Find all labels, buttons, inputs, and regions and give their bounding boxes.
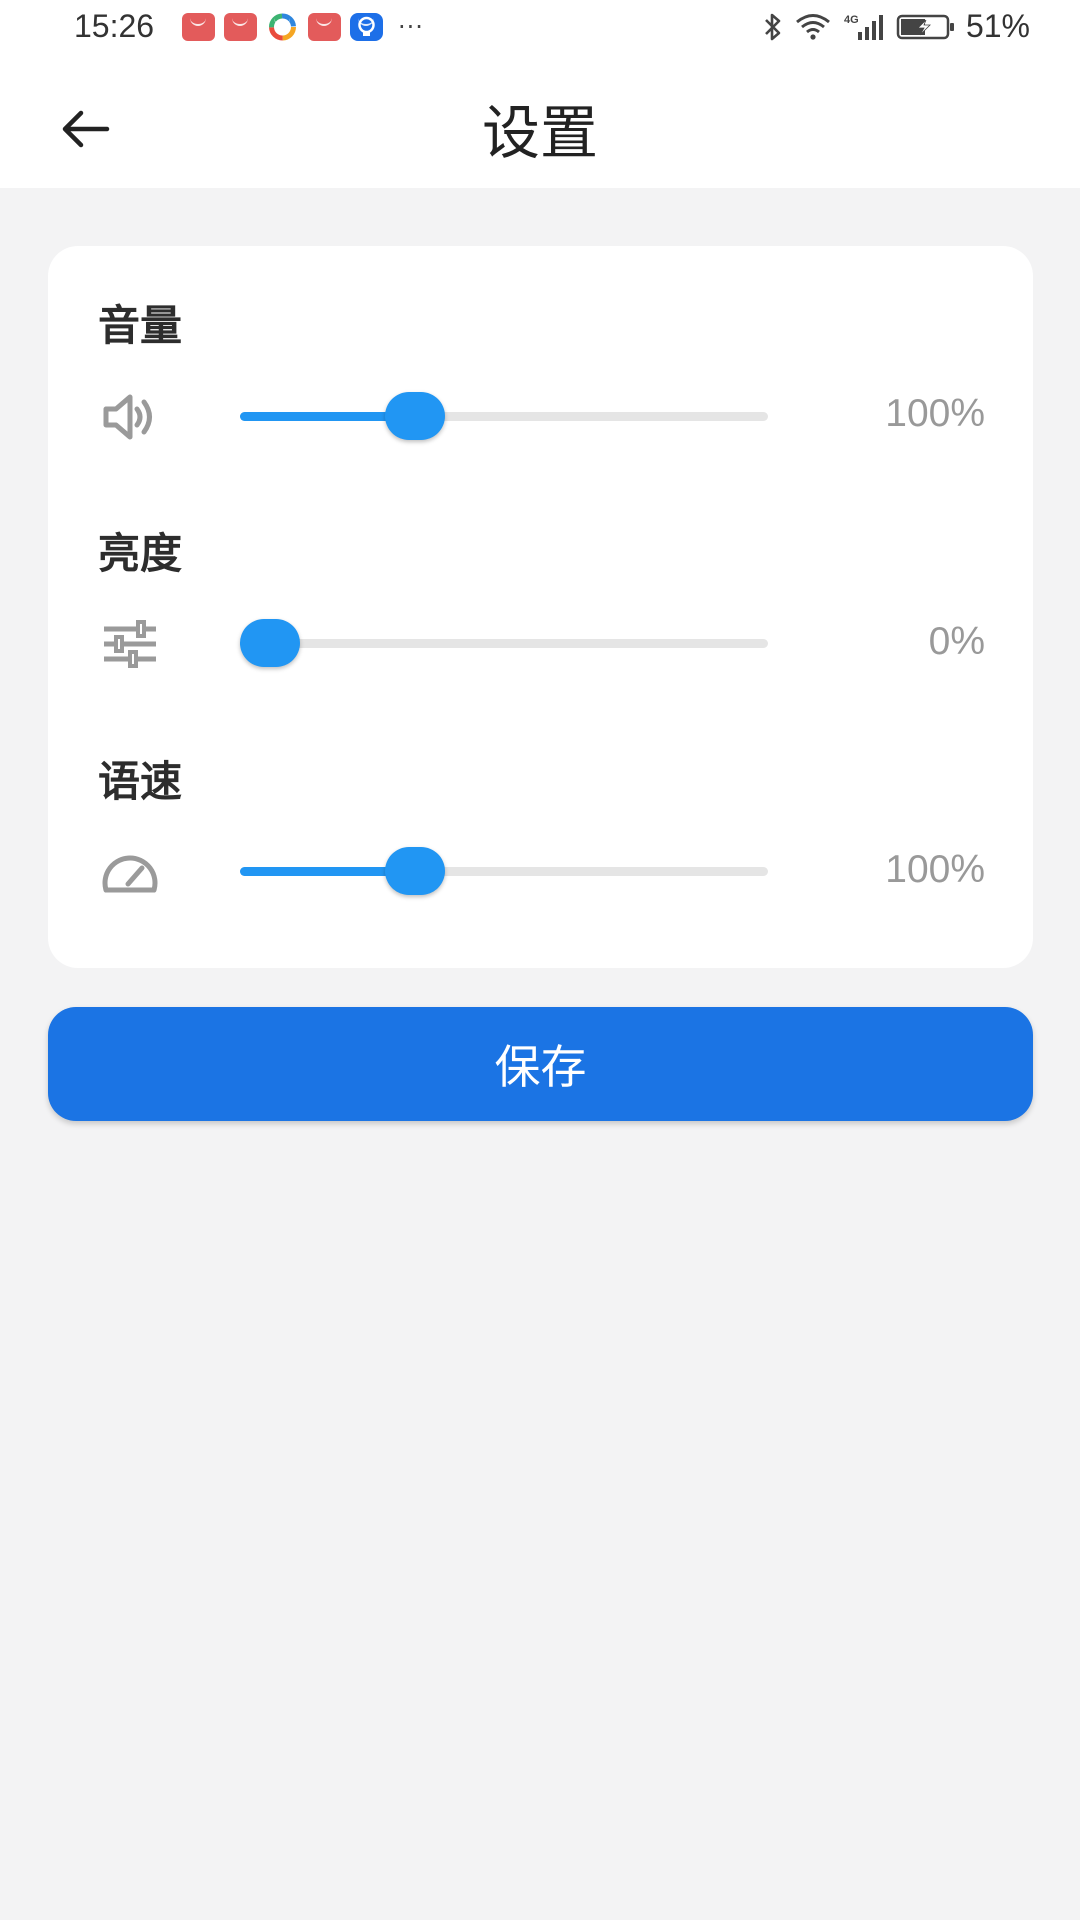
- battery-percentage: 51%: [965, 8, 1030, 44]
- speedometer-icon: [98, 841, 162, 905]
- page-title: 设置: [481, 99, 598, 167]
- volume-value: 100%: [885, 392, 985, 435]
- slider-thumb[interactable]: [240, 619, 300, 667]
- app-notification-icon: [224, 13, 257, 41]
- brightness-label: 亮度: [98, 529, 183, 578]
- settings-card: 音量 100% 亮度 0% 语速 100%: [48, 246, 1033, 968]
- slider-thumb[interactable]: [385, 392, 446, 440]
- notification-icons: ···: [182, 13, 424, 41]
- volume-label: 音量: [98, 301, 183, 350]
- colorful-app-icon: [266, 13, 299, 41]
- cellular-signal-icon: 4G: [844, 14, 883, 40]
- brightness-slider[interactable]: [240, 619, 768, 667]
- system-status: 4G 51%: [762, 8, 1030, 45]
- lightbulb-app-icon: [350, 13, 383, 41]
- slider-track: [240, 639, 768, 648]
- status-bar: 15:26 ··· 4G 51%: [0, 0, 1080, 56]
- brightness-value: 0%: [928, 620, 985, 663]
- slider-thumb[interactable]: [385, 847, 446, 895]
- speech-rate-slider[interactable]: [240, 847, 768, 895]
- bluetooth-icon: [765, 13, 781, 40]
- sliders-icon: [98, 612, 162, 676]
- speech-rate-value: 100%: [885, 848, 985, 891]
- battery-charging-icon: [896, 14, 954, 39]
- more-notifications-icon: ···: [398, 13, 424, 41]
- app-notification-icon: [182, 13, 215, 41]
- speech-rate-label: 语速: [98, 757, 183, 806]
- app-notification-icon: [308, 13, 341, 41]
- app-header: 设置: [0, 56, 1080, 188]
- volume-slider[interactable]: [240, 392, 768, 440]
- volume-icon: [98, 385, 162, 449]
- svg-text:4G: 4G: [844, 14, 859, 26]
- save-button[interactable]: 保存: [48, 1007, 1033, 1121]
- wifi-icon: [796, 13, 830, 40]
- status-time: 15:26: [74, 8, 155, 44]
